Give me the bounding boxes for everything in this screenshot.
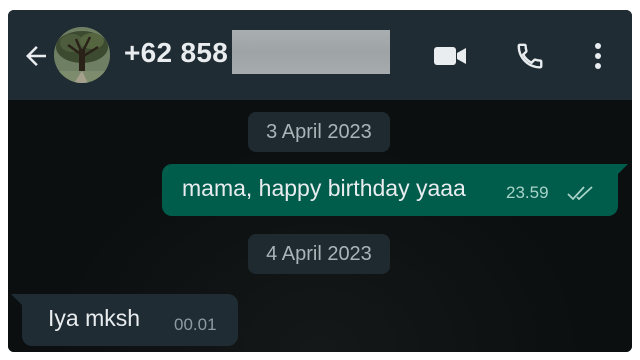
contact-name[interactable]: +62 858	[124, 37, 228, 69]
outgoing-message[interactable]: mama, happy birthday yaaa 23.59	[162, 164, 618, 216]
message-time: 23.59	[506, 183, 549, 202]
arrow-left-icon	[26, 46, 46, 66]
video-camera-icon	[434, 47, 466, 65]
date-divider: 4 April 2023	[248, 234, 390, 274]
message-list[interactable]: 3 April 2023 mama, happy birthday yaaa 2…	[8, 100, 632, 352]
message-text: mama, happy birthday yaaa	[182, 175, 466, 201]
chat-screen: +62 858 3 April 2023 mama, happy birthda…	[8, 10, 632, 352]
date-divider: 3 April 2023	[248, 112, 390, 152]
video-call-button[interactable]	[432, 38, 468, 74]
more-options-button[interactable]	[580, 38, 616, 74]
redaction-block	[232, 30, 390, 74]
contact-avatar[interactable]	[54, 27, 110, 83]
phone-icon	[517, 43, 543, 69]
incoming-message[interactable]: Iya mksh 00.01	[22, 294, 238, 346]
message-time: 00.01	[174, 315, 217, 334]
chat-header: +62 858	[8, 10, 632, 100]
voice-call-button[interactable]	[512, 38, 548, 74]
tree-photo-icon	[54, 27, 110, 83]
double-check-icon	[567, 186, 593, 201]
message-text: Iya mksh	[48, 305, 141, 331]
more-vertical-icon	[595, 43, 601, 69]
back-button[interactable]	[18, 38, 54, 74]
